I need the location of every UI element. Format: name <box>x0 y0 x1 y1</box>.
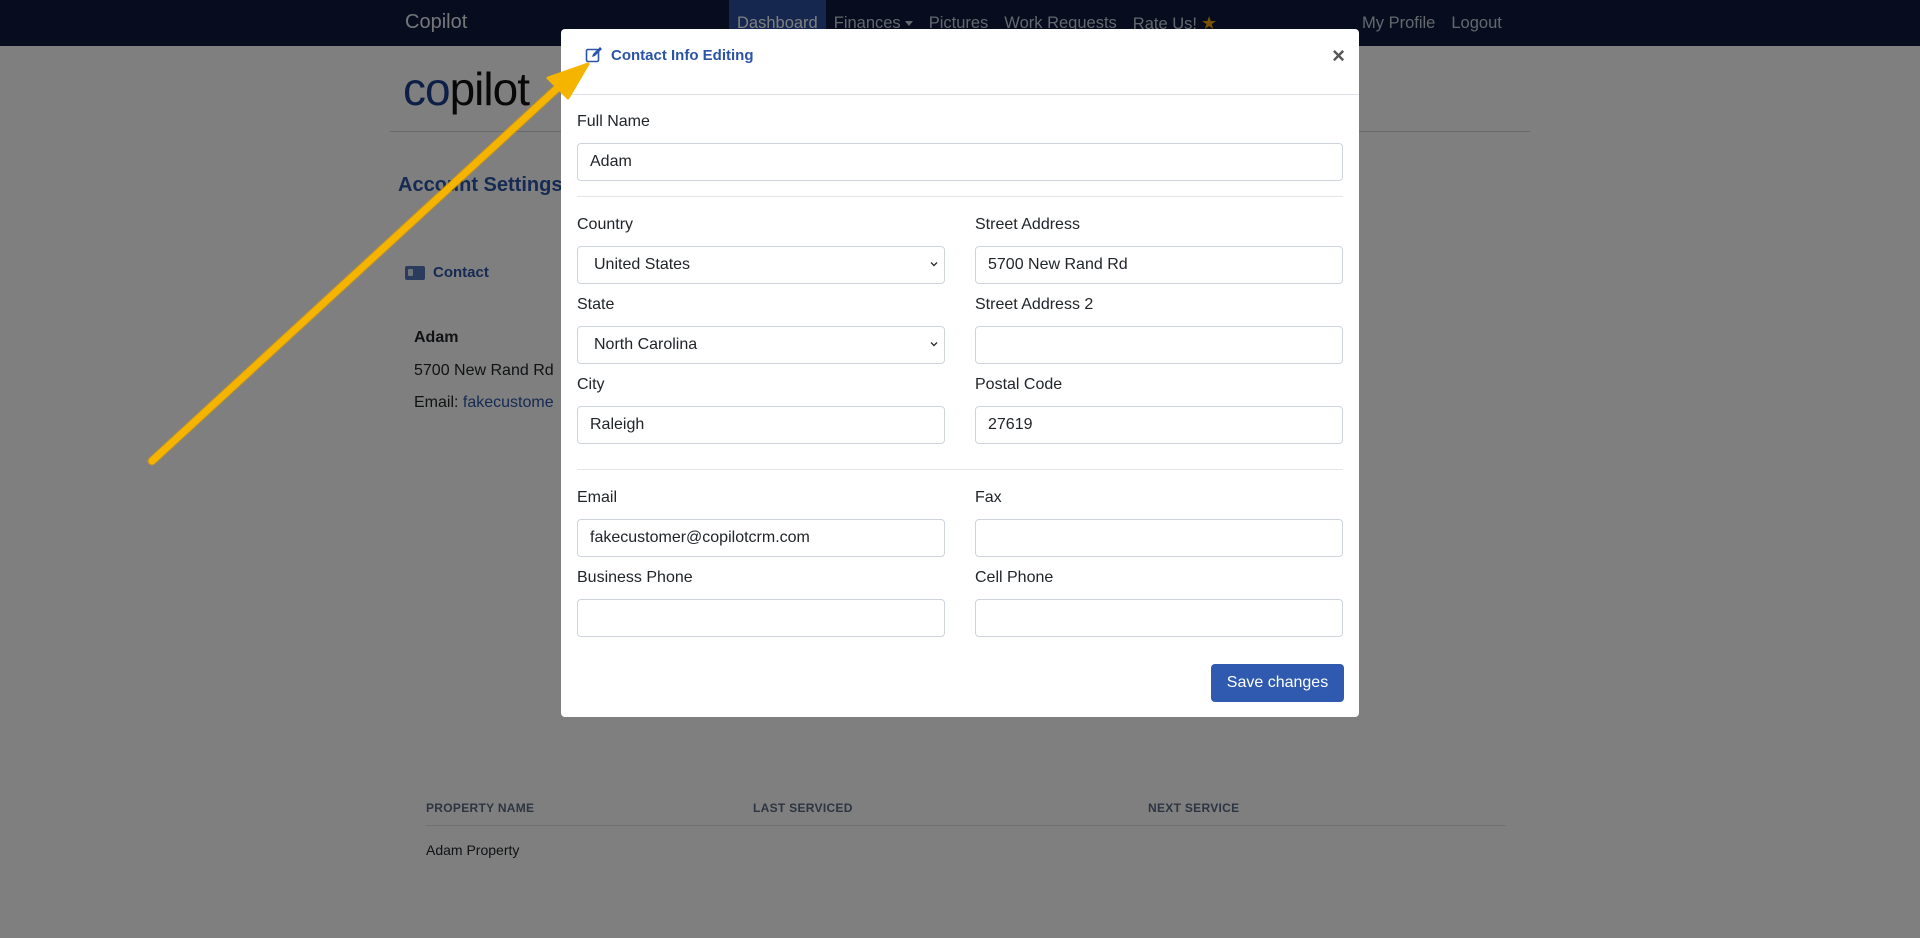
annotation-arrow <box>147 62 590 466</box>
